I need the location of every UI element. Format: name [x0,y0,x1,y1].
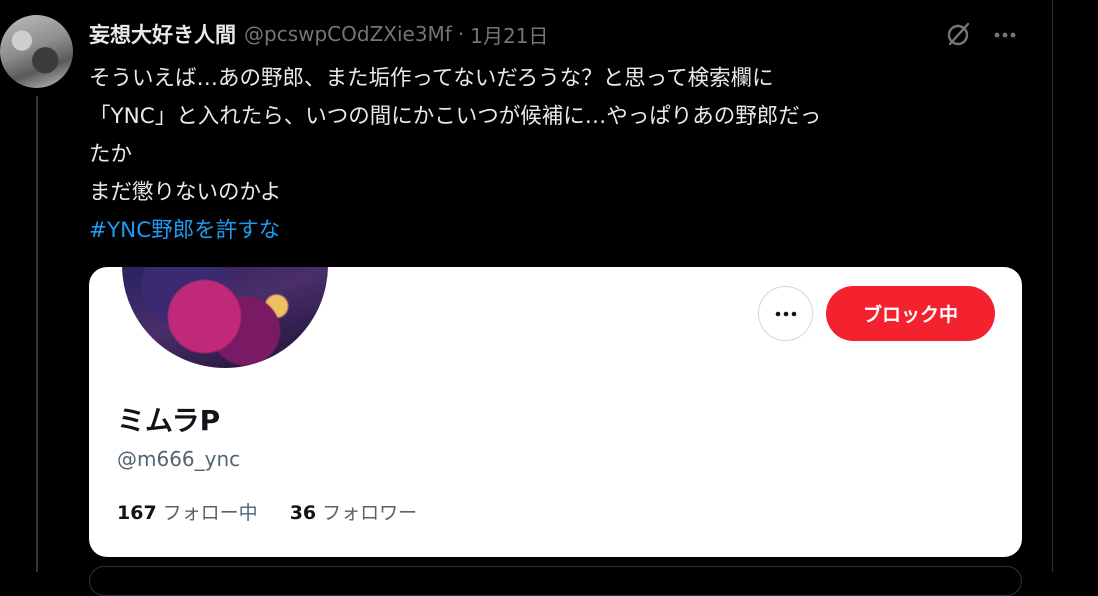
grok-icon[interactable] [943,20,973,50]
profile-avatar[interactable] [122,267,328,368]
tweet-text-line: そういえば…あの野郎、また垢作ってないだろうな？と思って検索欄に [89,66,774,91]
thread-line [36,96,38,572]
followers-count: 36 [289,502,317,524]
hashtag-link[interactable]: #YNC野郎を許すな [89,218,280,243]
profile-card[interactable]: ブロック中 ミムラP @m666_ync 167 フォロー中 36 フォロワー [89,267,1022,557]
display-name[interactable]: 妄想大好き人間 [89,19,236,49]
user-handle[interactable]: @pcswpCOdZXie3Mf [244,22,452,46]
next-card-edge [89,566,1022,596]
avatar[interactable] [0,15,73,88]
tweet-text-line: 「YNC」と入れたら、いつの間にかこいつが候補に…やっぱりあの野郎だっ [89,104,822,129]
tweet-text-line: たか [89,142,133,167]
profile-name[interactable]: ミムラP [117,399,220,439]
column-border [1052,0,1053,572]
more-icon[interactable] [990,20,1020,50]
profile-handle: @m666_ync [117,447,241,471]
following-stat[interactable]: 167 フォロー中 [117,498,258,525]
timestamp[interactable]: 1月21日 [470,20,548,49]
card-more-button[interactable] [758,286,813,341]
followers-label: フォロワー [322,502,418,524]
following-label: フォロー中 [162,502,258,524]
followers-stat[interactable]: 36 フォロワー [290,498,417,525]
tweet-text-line: まだ懲りないのかよ [89,180,282,205]
separator-dot: · [457,22,465,46]
profile-stats: 167 フォロー中 36 フォロワー [117,498,449,525]
following-count: 167 [117,502,157,524]
tweet-header: 妄想大好き人間 @pcswpCOdZXie3Mf · 1月21日 [89,18,548,50]
blocked-button[interactable]: ブロック中 [826,286,995,341]
more-icon [775,311,796,316]
tweet-text: そういえば…あの野郎、また垢作ってないだろうな？と思って検索欄に 「YNC」と入… [89,60,1009,250]
